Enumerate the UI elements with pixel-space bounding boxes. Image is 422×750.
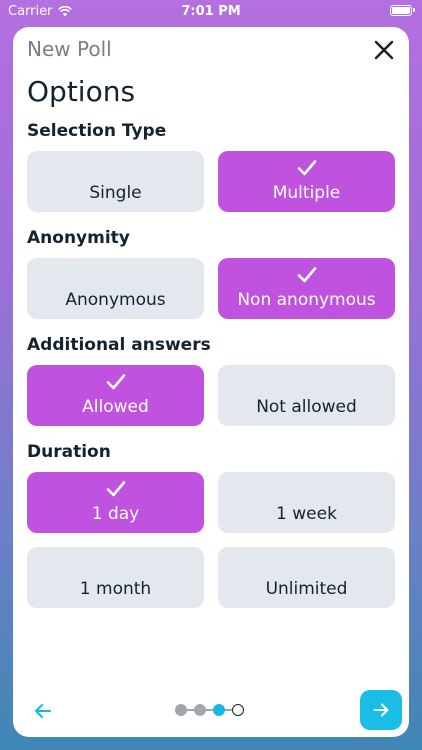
step-dot [213, 704, 225, 716]
back-button[interactable] [31, 699, 55, 723]
status-time: 7:01 PM [181, 4, 241, 19]
step-dot [232, 704, 244, 716]
option-label: 1 day [91, 504, 140, 524]
option-1-month[interactable]: 1 month [27, 547, 204, 608]
option-multiple[interactable]: Multiple [218, 151, 395, 212]
option-1-week[interactable]: 1 week [218, 472, 395, 533]
step-connector [206, 709, 213, 711]
option-single[interactable]: Single [27, 151, 204, 212]
option-label: Not allowed [256, 397, 357, 417]
check-icon [218, 265, 395, 285]
section-label-additional-answers: Additional answers [27, 335, 211, 355]
check-icon [218, 158, 395, 178]
option-not-allowed[interactable]: Not allowed [218, 365, 395, 426]
option-label: Single [89, 183, 142, 203]
section-label-selection-type: Selection Type [27, 121, 167, 141]
step-connector [225, 709, 232, 711]
option-label: Non anonymous [237, 290, 376, 310]
option-label: Anonymous [65, 290, 166, 310]
check-icon [27, 479, 204, 499]
option-1-day[interactable]: 1 day [27, 472, 204, 533]
option-anonymous[interactable]: Anonymous [27, 258, 204, 319]
section-label-duration: Duration [27, 442, 111, 462]
battery-icon [390, 5, 415, 16]
card-title: New Poll [27, 37, 112, 61]
check-icon [27, 372, 204, 392]
status-bar: Carrier 7:01 PM [0, 0, 422, 24]
step-dot [194, 704, 206, 716]
step-connector [187, 709, 194, 711]
option-label: 1 month [79, 579, 152, 599]
option-label: Unlimited [265, 579, 348, 599]
option-allowed[interactable]: Allowed [27, 365, 204, 426]
arrow-right-icon [373, 703, 389, 717]
option-label: Allowed [82, 397, 149, 417]
section-label-anonymity: Anonymity [27, 228, 130, 248]
step-indicator [175, 704, 244, 716]
option-unlimited[interactable]: Unlimited [218, 547, 395, 608]
option-label: 1 week [276, 504, 337, 524]
close-icon [374, 40, 394, 60]
step-dot [175, 704, 187, 716]
close-button[interactable] [371, 37, 397, 63]
option-non-anonymous[interactable]: Non anonymous [218, 258, 395, 319]
next-button[interactable] [360, 690, 402, 730]
option-label: Multiple [272, 183, 341, 203]
arrow-left-icon [35, 704, 51, 718]
poll-options-card: New Poll Options Selection Type Single M… [13, 27, 409, 737]
page-heading: Options [27, 75, 136, 108]
